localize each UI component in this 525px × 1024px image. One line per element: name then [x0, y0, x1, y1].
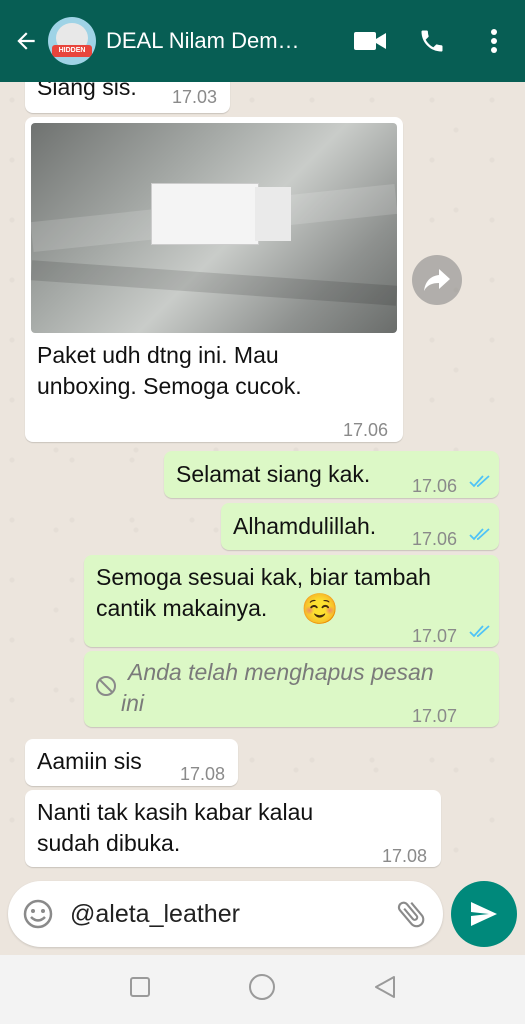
app-bar: HIDDEN DEAL Nilam Dem… [0, 0, 525, 82]
send-button[interactable] [451, 881, 517, 947]
message-incoming[interactable]: Siang sis. 17.03 [25, 82, 230, 113]
message-time: 17.06 [412, 476, 458, 496]
avatar[interactable]: HIDDEN [48, 17, 96, 65]
message-text: Semoga sesuai kak, biar tambah cantik ma… [96, 564, 431, 621]
chat-title[interactable]: DEAL Nilam Dem… [106, 28, 331, 54]
send-icon [471, 902, 497, 926]
message-text: Siang sis. [37, 82, 137, 100]
image-caption: Paket udh dtng ini. Mau unboxing. Semoga… [37, 342, 302, 399]
message-text: Aamiin sis [37, 748, 142, 774]
message-text: Nanti tak kasih kabar kalau sudah dibuka… [37, 799, 314, 856]
overflow-menu-button[interactable] [463, 0, 525, 82]
message-outgoing[interactable]: Selamat siang kak. 17.06 [164, 451, 499, 498]
message-time: 17.07 [412, 706, 458, 726]
system-nav-bar [0, 955, 525, 1024]
message-deleted[interactable]: Anda telah menghapus pesan ini 17.07 [84, 651, 499, 727]
video-call-button[interactable] [339, 0, 401, 82]
recents-button[interactable] [128, 975, 152, 1004]
video-camera-icon [354, 32, 386, 50]
message-image[interactable]: Paket udh dtng ini. Mau unboxing. Semoga… [25, 117, 403, 442]
triangle-back-icon [374, 976, 395, 998]
message-time: 17.06 [412, 529, 458, 549]
message-text: Alhamdulillah. [233, 513, 377, 539]
back-nav-button[interactable] [372, 974, 398, 1005]
message-text: Selamat siang kak. [176, 461, 371, 487]
message-time: 17.07 [412, 626, 458, 646]
read-ticks-icon [469, 625, 490, 638]
message-incoming[interactable]: Aamiin sis 17.08 [25, 739, 238, 786]
message-time: 17.08 [382, 846, 428, 866]
read-ticks-icon [469, 528, 490, 541]
forward-button[interactable] [412, 255, 462, 305]
read-ticks-icon [469, 475, 490, 488]
smile-emoji: ☺️ [301, 593, 339, 626]
message-composer [8, 881, 443, 947]
deleted-text: Anda telah menghapus pesan ini [121, 659, 434, 716]
voice-call-button[interactable] [401, 0, 463, 82]
back-arrow-icon [17, 32, 35, 50]
message-time: 17.03 [172, 87, 218, 107]
square-icon [129, 977, 150, 997]
message-time: 17.08 [180, 764, 226, 784]
more-vertical-icon [491, 29, 497, 53]
forward-arrow-icon [424, 269, 450, 291]
attach-button[interactable] [394, 897, 428, 936]
emoji-icon [23, 899, 53, 929]
photo-thumbnail[interactable] [31, 123, 397, 333]
message-incoming[interactable]: Nanti tak kasih kabar kalau sudah dibuka… [25, 790, 441, 867]
avatar-label: HIDDEN [52, 45, 92, 57]
message-input[interactable] [70, 893, 390, 935]
chat-area[interactable]: Siang sis. 17.03 Paket udh dtng ini. Mau… [0, 82, 525, 872]
phone-icon [421, 30, 443, 52]
circle-icon [248, 974, 275, 1000]
home-button[interactable] [247, 972, 277, 1007]
message-outgoing[interactable]: Semoga sesuai kak, biar tambah cantik ma… [84, 555, 499, 647]
back-button[interactable] [4, 0, 48, 82]
message-time: 17.06 [343, 420, 389, 440]
emoji-button[interactable] [22, 898, 54, 935]
message-outgoing[interactable]: Alhamdulillah. 17.06 [221, 503, 499, 550]
paperclip-icon [397, 901, 425, 928]
